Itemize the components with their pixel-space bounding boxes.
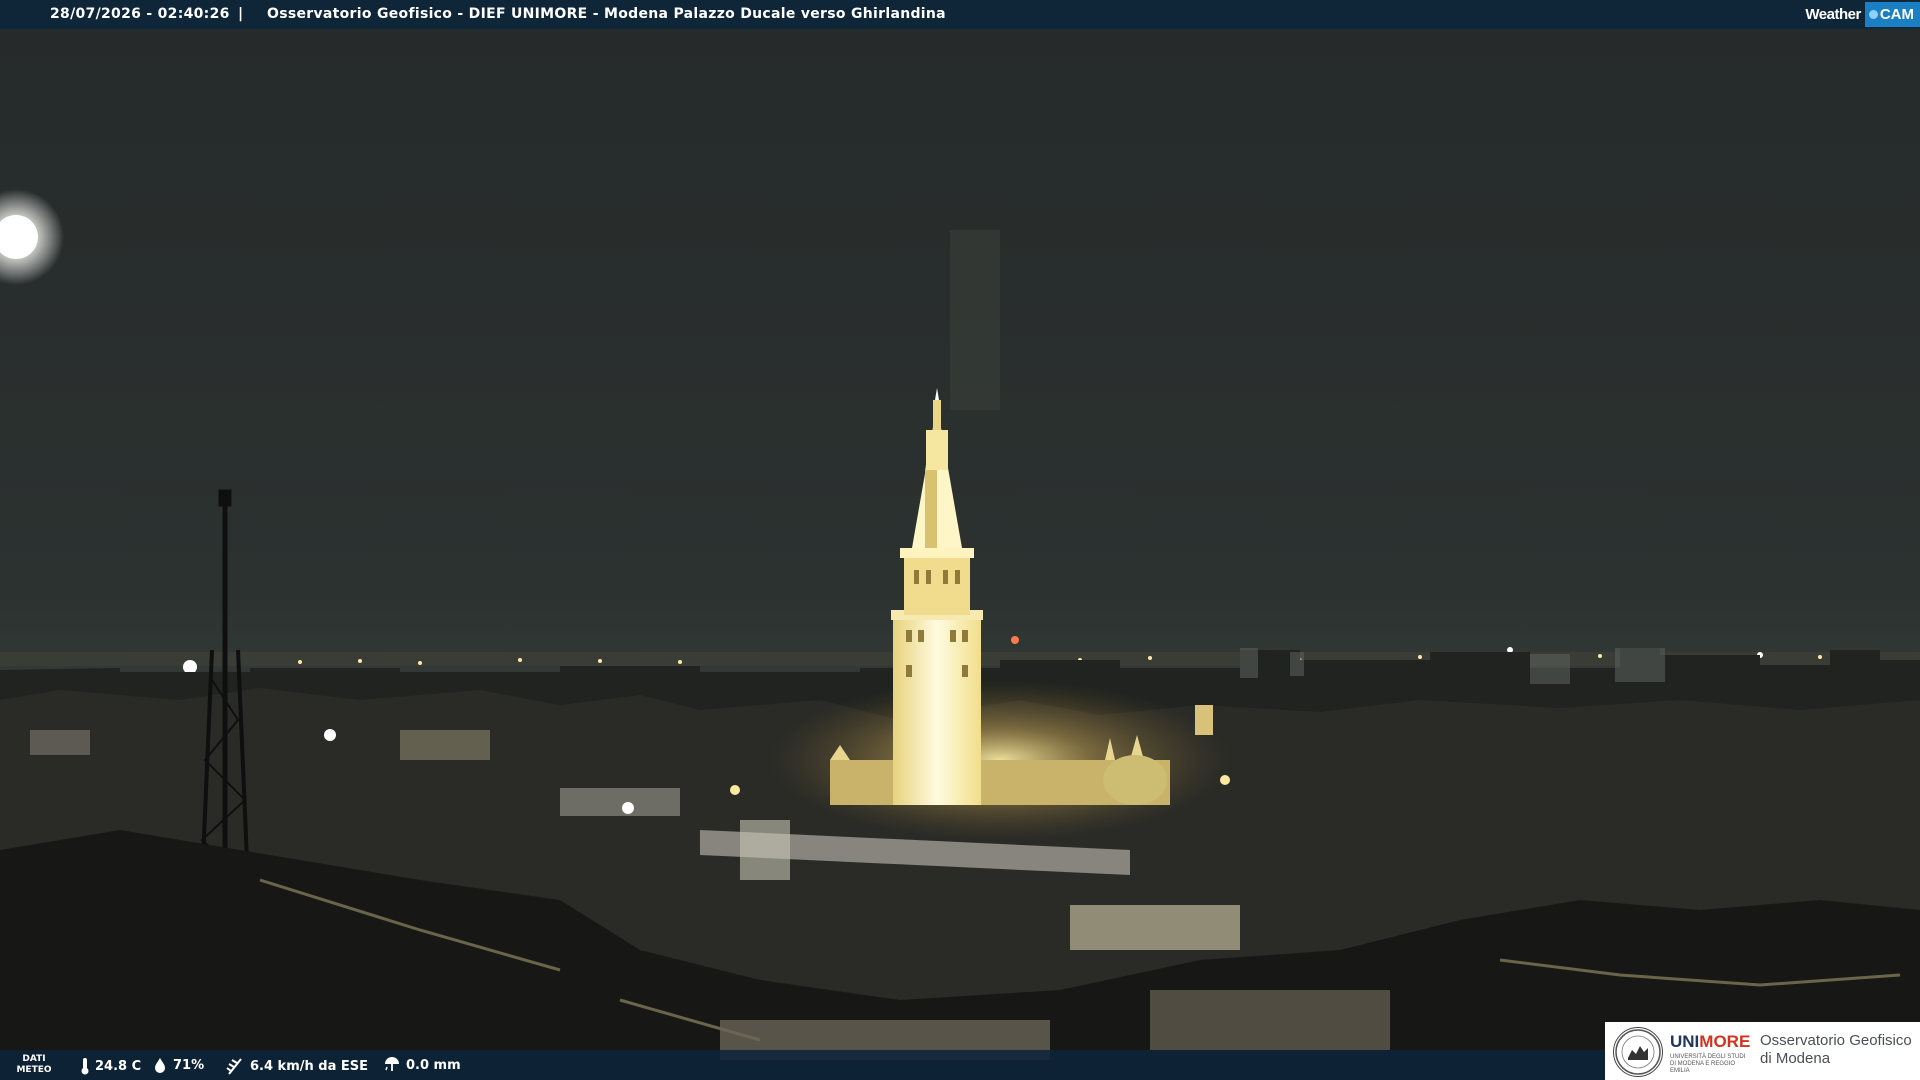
humidity-reading: 71% (152, 1057, 204, 1073)
tree-lit (1103, 755, 1167, 805)
temperature-reading: 24.8 C (80, 1057, 141, 1075)
webcam-frame: 28/07/2026 - 02:40:26 | Osservatorio Geo… (0, 0, 1920, 1080)
camera-title: Osservatorio Geofisico - DIEF UNIMORE - … (267, 6, 946, 22)
meteo-data-bar: DATI METEO 24.8 C 71% 6.4 km/h da ESE 0.… (0, 1050, 1605, 1080)
night-city-scene (0, 0, 1920, 1080)
rain-gauge-icon (385, 1057, 399, 1071)
observatory-line1: Osservatorio Geofisico (1760, 1032, 1912, 1049)
unimore-part2: MORE (1699, 1032, 1751, 1051)
observatory-name: Osservatorio Geofisico di Modena (1760, 1032, 1912, 1068)
unimore-logo-box: UNIMORE UNIVERSITÀ DEGLI STUDI DI MODENA… (1605, 1022, 1920, 1080)
temperature-value: 24.8 C (95, 1058, 142, 1074)
foreground-building-lit (1150, 990, 1390, 1050)
wind-value: 6.4 km/h da ESE (250, 1058, 369, 1074)
rain-value: 0.0 mm (406, 1057, 461, 1073)
rain-reading: 0.0 mm (383, 1057, 461, 1073)
brand-dot-icon (1868, 10, 1878, 19)
meteo-label-line1: DATI (22, 1054, 46, 1064)
weathercam-logo: Weather CAM (1805, 0, 1920, 29)
unimore-wordmark: UNIMORE (1670, 1032, 1750, 1052)
capture-datetime: 28/07/2026 - 02:40:26 (50, 6, 230, 22)
brand-weather-text: Weather (1805, 6, 1861, 23)
unimore-part1: UNI (1670, 1032, 1700, 1051)
brand-cam-badge: CAM (1864, 2, 1920, 27)
wind-reading: 6.4 km/h da ESE (225, 1057, 368, 1075)
thermometer-icon (81, 1058, 89, 1075)
meteo-label-line2: METEO (16, 1065, 52, 1075)
brand-cam-text: CAM (1879, 6, 1914, 23)
observatory-line2: di Modena (1760, 1050, 1831, 1067)
humidity-value: 71% (173, 1057, 205, 1073)
meteo-label: DATI METEO (14, 1054, 54, 1076)
light-haze (950, 230, 1000, 410)
unimore-subtitle: UNIVERSITÀ DEGLI STUDI DI MODENA E REGGI… (1670, 1054, 1746, 1074)
title-separator: | (238, 6, 244, 22)
top-info-bar: 28/07/2026 - 02:40:26 | Osservatorio Geo… (0, 0, 1920, 29)
humidity-drop-icon (155, 1058, 165, 1073)
university-seal-icon (1613, 1027, 1663, 1077)
wind-icon (226, 1058, 242, 1075)
